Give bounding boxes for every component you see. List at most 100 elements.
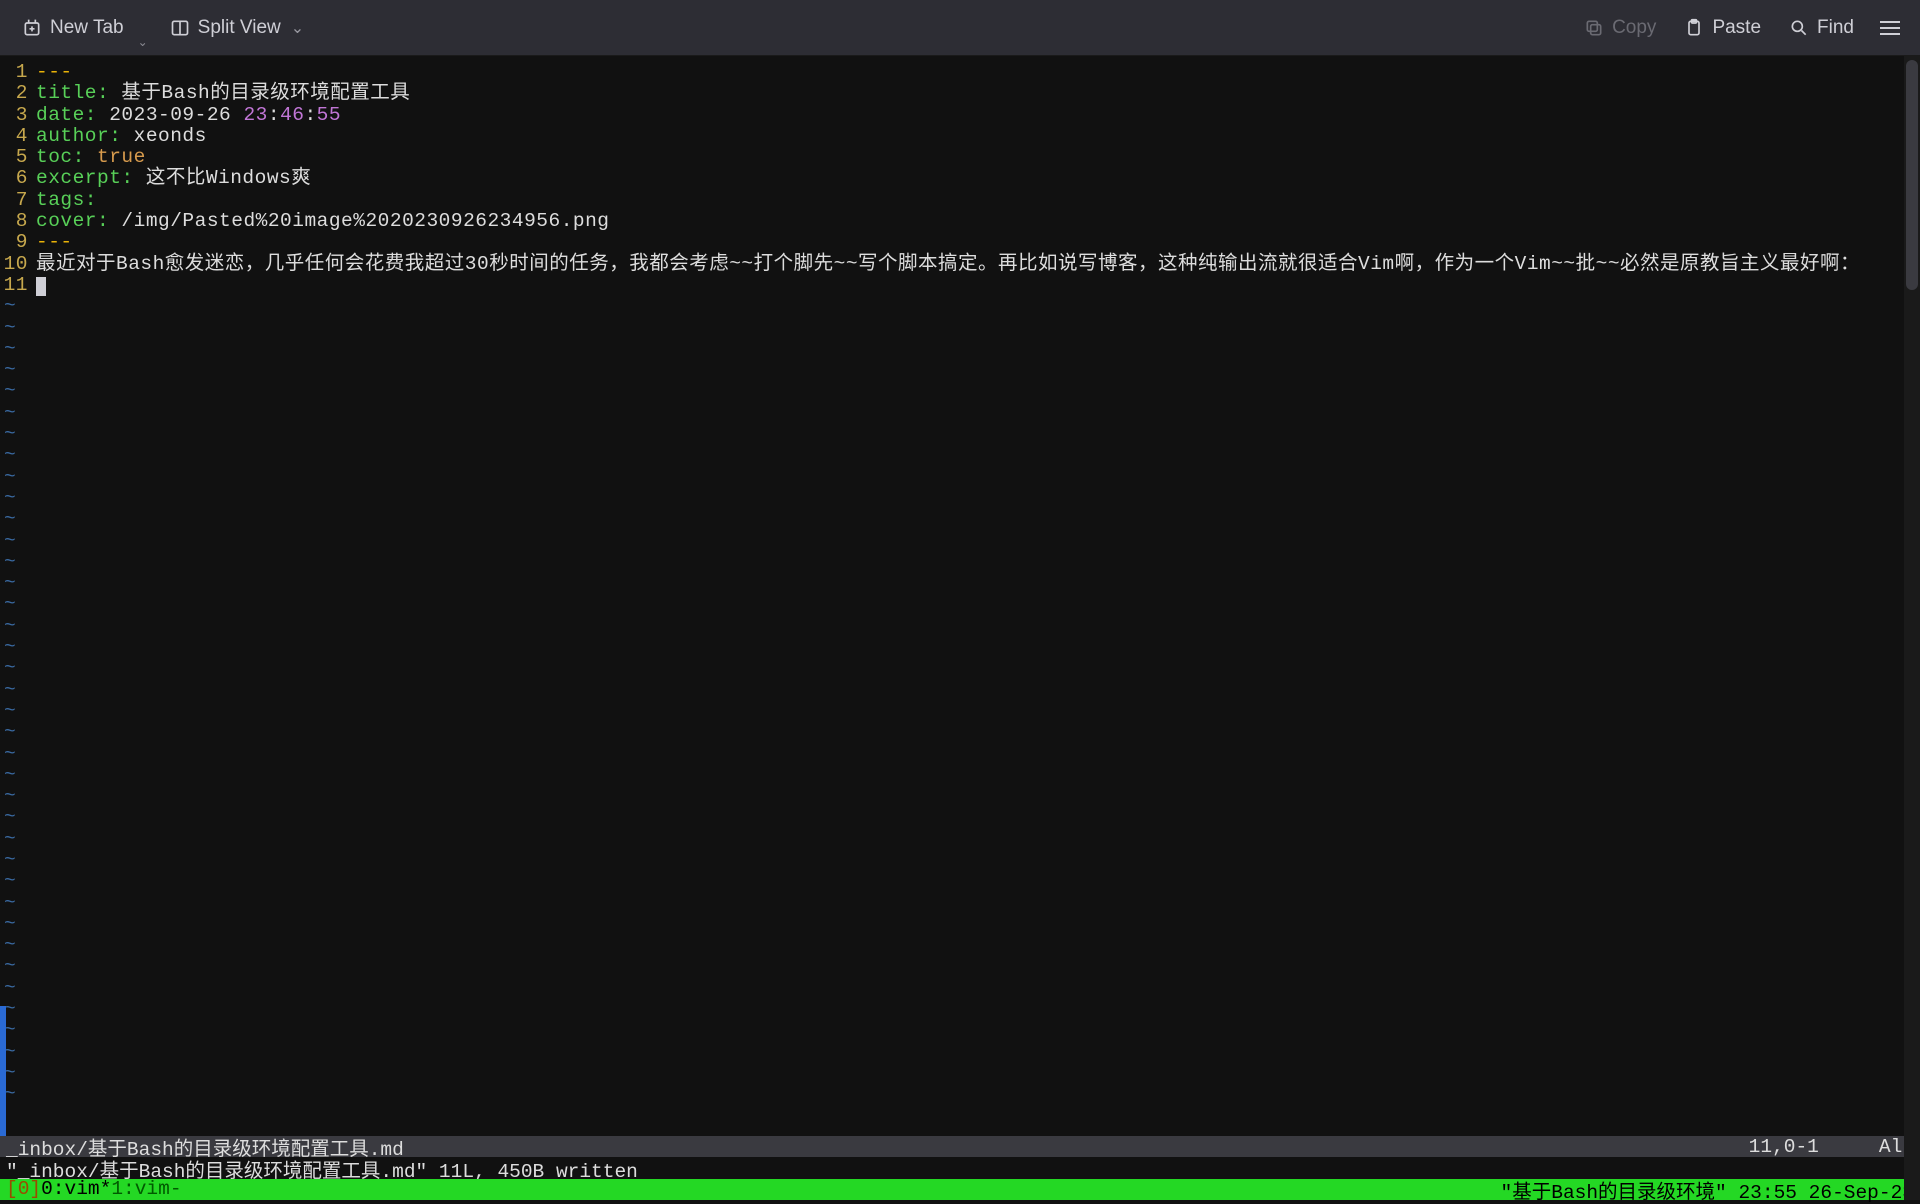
empty-line-tilde: ~ xyxy=(0,935,1920,956)
editor-line: 9--- xyxy=(0,232,1920,253)
find-label: Find xyxy=(1817,17,1854,39)
chevron-down-icon: ⌄ xyxy=(289,18,304,38)
empty-line-tilde: ~ xyxy=(0,509,1920,530)
empty-line-tilde: ~ xyxy=(0,594,1920,615)
copy-icon xyxy=(1584,18,1604,38)
empty-line-tilde: ~ xyxy=(0,360,1920,381)
find-button[interactable]: Find xyxy=(1779,11,1864,45)
empty-line-tilde: ~ xyxy=(0,531,1920,552)
tmux-window-0[interactable]: 0:vim* xyxy=(41,1178,111,1200)
editor-line: 6excerpt: 这不比Windows爽 xyxy=(0,168,1920,189)
empty-line-tilde: ~ xyxy=(0,1084,1920,1105)
editor-line: 8cover: /img/Pasted%20image%202023092623… xyxy=(0,211,1920,232)
empty-line-tilde: ~ xyxy=(0,914,1920,935)
line-number: 8 xyxy=(0,211,36,232)
line-number: 4 xyxy=(0,126,36,147)
tmux-status-line: [0] 0:vim* 1:vim- "基于Bash的目录级环境" 23:55 2… xyxy=(0,1179,1920,1200)
copy-label: Copy xyxy=(1612,17,1656,39)
scrollbar-track[interactable] xyxy=(1904,56,1920,1200)
split-view-button[interactable]: Split View ⌄ xyxy=(160,11,315,45)
empty-line-tilde: ~ xyxy=(0,616,1920,637)
left-scroll-indicator xyxy=(0,1006,6,1136)
terminal-area[interactable]: 1---2title: 基于Bash的目录级环境配置工具3date: 2023-… xyxy=(0,56,1920,1200)
editor-content[interactable]: 1---2title: 基于Bash的目录级环境配置工具3date: 2023-… xyxy=(0,56,1920,1136)
new-tab-caret-icon[interactable]: ⌄ xyxy=(138,35,148,49)
empty-line-tilde: ~ xyxy=(0,488,1920,509)
empty-line-tilde: ~ xyxy=(0,467,1920,488)
line-content: author: xeonds xyxy=(36,126,207,147)
top-toolbar: New Tab ⌄ Split View ⌄ Copy Paste xyxy=(0,0,1920,56)
empty-line-tilde: ~ xyxy=(0,573,1920,594)
split-view-icon xyxy=(170,18,190,38)
paste-label: Paste xyxy=(1712,17,1761,39)
empty-line-tilde: ~ xyxy=(0,871,1920,892)
empty-line-tilde: ~ xyxy=(0,339,1920,360)
paste-icon xyxy=(1684,18,1704,38)
empty-line-tilde: ~ xyxy=(0,658,1920,679)
scrollbar-thumb[interactable] xyxy=(1906,60,1918,290)
empty-line-tilde: ~ xyxy=(0,999,1920,1020)
empty-line-tilde: ~ xyxy=(0,424,1920,445)
empty-line-tilde: ~ xyxy=(0,829,1920,850)
empty-line-tilde: ~ xyxy=(0,381,1920,402)
empty-line-tilde: ~ xyxy=(0,850,1920,871)
line-number: 2 xyxy=(0,83,36,104)
search-icon xyxy=(1789,18,1809,38)
empty-line-tilde: ~ xyxy=(0,1063,1920,1084)
empty-line-tilde: ~ xyxy=(0,701,1920,722)
empty-line-tilde: ~ xyxy=(0,552,1920,573)
empty-line-tilde: ~ xyxy=(0,978,1920,999)
empty-line-tilde: ~ xyxy=(0,318,1920,339)
empty-line-tilde: ~ xyxy=(0,1042,1920,1063)
line-number: 1 xyxy=(0,62,36,83)
empty-line-tilde: ~ xyxy=(0,680,1920,701)
line-content: 最近对于Bash愈发迷恋，几乎任何会花费我超过30秒时间的任务，我都会考虑~~打… xyxy=(36,254,1860,275)
new-tab-button[interactable]: New Tab xyxy=(12,11,134,45)
line-number: 9 xyxy=(0,232,36,253)
new-tab-icon xyxy=(22,18,42,38)
empty-line-tilde: ~ xyxy=(0,722,1920,743)
empty-line-tilde: ~ xyxy=(0,765,1920,786)
editor-line: 5toc: true xyxy=(0,147,1920,168)
empty-line-tilde: ~ xyxy=(0,893,1920,914)
line-number: 10 xyxy=(0,254,36,275)
tmux-window-1[interactable]: 1:vim- xyxy=(111,1178,181,1200)
empty-line-tilde: ~ xyxy=(0,807,1920,828)
line-content: --- xyxy=(36,232,73,253)
empty-line-tilde: ~ xyxy=(0,403,1920,424)
line-content: title: 基于Bash的目录级环境配置工具 xyxy=(36,83,410,104)
line-number: 7 xyxy=(0,190,36,211)
empty-line-tilde: ~ xyxy=(0,744,1920,765)
empty-line-tilde: ~ xyxy=(0,786,1920,807)
line-number: 5 xyxy=(0,147,36,168)
paste-button[interactable]: Paste xyxy=(1674,11,1771,45)
line-content: excerpt: 这不比Windows爽 xyxy=(36,168,311,189)
editor-line: 3date: 2023-09-26 23:46:55 xyxy=(0,105,1920,126)
editor-line: 1--- xyxy=(0,62,1920,83)
split-view-label: Split View xyxy=(198,17,281,39)
status-position: 11,0-1 xyxy=(1749,1136,1819,1158)
copy-button[interactable]: Copy xyxy=(1574,11,1666,45)
line-number: 11 xyxy=(0,275,36,296)
line-content xyxy=(36,275,46,296)
line-content: date: 2023-09-26 23:46:55 xyxy=(36,105,341,126)
empty-line-tilde: ~ xyxy=(0,296,1920,317)
editor-line: 7tags: xyxy=(0,190,1920,211)
line-content: toc: true xyxy=(36,147,146,168)
editor-line: 11 xyxy=(0,275,1920,296)
empty-line-tilde: ~ xyxy=(0,445,1920,466)
line-number: 6 xyxy=(0,168,36,189)
empty-line-tilde: ~ xyxy=(0,637,1920,658)
menu-button[interactable] xyxy=(1872,13,1908,43)
empty-line-tilde: ~ xyxy=(0,1020,1920,1041)
new-tab-label: New Tab xyxy=(50,17,124,39)
tmux-session: [0] xyxy=(6,1178,41,1200)
editor-line: 10最近对于Bash愈发迷恋，几乎任何会花费我超过30秒时间的任务，我都会考虑~… xyxy=(0,254,1920,275)
editor-line: 2title: 基于Bash的目录级环境配置工具 xyxy=(0,83,1920,104)
line-content: tags: xyxy=(36,190,97,211)
cursor xyxy=(36,277,46,296)
line-number: 3 xyxy=(0,105,36,126)
editor-line: 4author: xeonds xyxy=(0,126,1920,147)
line-content: cover: /img/Pasted%20image%2020230926234… xyxy=(36,211,610,232)
line-content: --- xyxy=(36,62,73,83)
